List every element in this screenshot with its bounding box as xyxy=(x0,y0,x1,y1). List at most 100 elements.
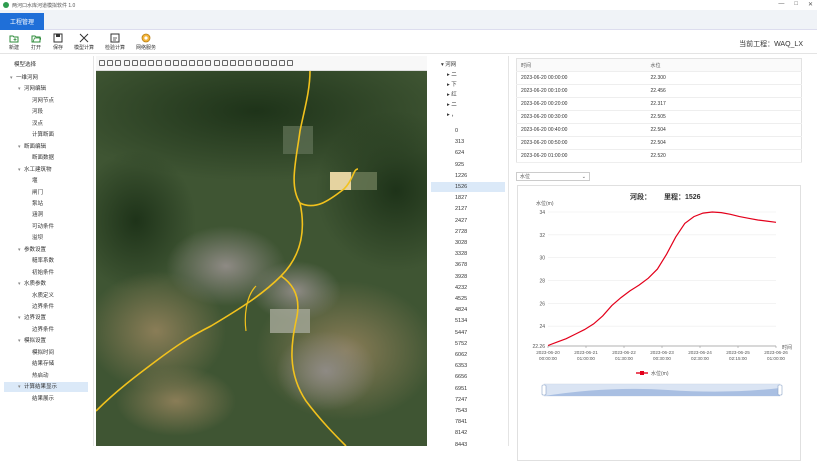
mileage-item[interactable]: 6656 xyxy=(431,372,505,382)
satellite-map[interactable] xyxy=(96,71,427,446)
mileage-item[interactable]: 1226 xyxy=(431,171,505,181)
mileage-item[interactable]: 925 xyxy=(431,160,505,170)
map-tool-icon[interactable] xyxy=(148,60,155,66)
mileage-item[interactable]: 5134 xyxy=(431,316,505,326)
sidebar-item[interactable]: ▾ 模拟设置 xyxy=(18,336,46,346)
column-header-level[interactable]: 水位 xyxy=(646,58,802,72)
mileage-item[interactable]: 3028 xyxy=(431,238,505,248)
mileage-item[interactable]: 0 xyxy=(431,126,505,136)
sidebar-item[interactable]: 结果展示 xyxy=(32,394,54,404)
mileage-item[interactable]: 2127 xyxy=(431,204,505,214)
zoom-handle-left[interactable] xyxy=(541,384,547,396)
table-row[interactable]: 2023-06-20 00:30:00 22.505 xyxy=(516,110,802,124)
map-tool-icon[interactable] xyxy=(254,60,261,66)
mileage-item[interactable]: 624 xyxy=(431,148,505,158)
mileage-item[interactable]: 7247 xyxy=(431,395,505,405)
sidebar-item[interactable]: 堰 xyxy=(32,176,38,186)
sidebar-item[interactable]: 泵站 xyxy=(32,199,43,209)
map-tool-icon[interactable] xyxy=(156,60,163,66)
check-compute-button[interactable]: 检验计算 xyxy=(104,33,126,52)
sidebar-item[interactable]: 可动条件 xyxy=(32,222,54,232)
map-tool-icon[interactable] xyxy=(189,60,196,66)
map-tool-icon[interactable] xyxy=(270,60,277,66)
mileage-item[interactable]: 6951 xyxy=(431,384,505,394)
zoom-handle-right[interactable] xyxy=(777,384,783,396)
mileage-item[interactable]: 6353 xyxy=(431,361,505,371)
table-row[interactable]: 2023-06-20 00:10:00 22.456 xyxy=(516,84,802,98)
mileage-item[interactable]: 7543 xyxy=(431,406,505,416)
maximize-button[interactable]: □ xyxy=(794,1,798,8)
tab-project[interactable]: 工程管理 xyxy=(0,13,44,30)
sidebar-item[interactable]: 模拟时间 xyxy=(32,348,54,358)
sidebar-item[interactable]: 闸门 xyxy=(32,188,43,198)
mileage-item[interactable]: 6062 xyxy=(431,350,505,360)
map-tool-icon[interactable] xyxy=(180,60,187,66)
map-tool-icon[interactable] xyxy=(197,60,204,66)
map-tool-icon[interactable] xyxy=(115,60,122,66)
sidebar-item[interactable]: ▾ 水工建筑物 xyxy=(18,165,52,175)
map-tool-icon[interactable] xyxy=(99,60,105,66)
model-compute-button[interactable]: 模型计算 xyxy=(73,33,95,52)
reach-item[interactable]: ▸ 二 xyxy=(431,100,505,110)
sidebar-item[interactable]: 糙率系数 xyxy=(32,256,54,266)
map-tool-icon[interactable] xyxy=(107,60,114,66)
map-tool-icon[interactable] xyxy=(230,60,236,66)
reach-item[interactable]: ▸ ， xyxy=(431,110,505,120)
sidebar-item[interactable]: ▾ 边界设置 xyxy=(18,313,46,323)
mileage-item[interactable]: 5752 xyxy=(431,339,505,349)
reach-item[interactable]: ▸ 二 xyxy=(431,70,505,80)
sidebar-item[interactable]: 河网节点 xyxy=(32,96,54,106)
mileage-item[interactable]: 2728 xyxy=(431,227,505,237)
mileage-item[interactable]: 3678 xyxy=(431,260,505,270)
mileage-item[interactable]: 4525 xyxy=(431,294,505,304)
sidebar-item[interactable]: ▾ 一维河网 xyxy=(10,73,38,83)
sidebar-item[interactable]: ▾ 参数设置 xyxy=(18,245,46,255)
mileage-item[interactable]: 8142 xyxy=(431,428,505,438)
column-header-time[interactable]: 时间 xyxy=(516,58,647,72)
map-tool-icon[interactable] xyxy=(213,60,220,66)
variable-select[interactable]: 水位 ⌄ xyxy=(516,172,590,181)
sidebar-item[interactable]: ▾ 河网编辑 xyxy=(18,84,46,94)
mileage-item[interactable]: 7841 xyxy=(431,417,505,427)
sidebar-item[interactable]: 边界条件 xyxy=(32,302,54,312)
sidebar-item[interactable]: 计算断面 xyxy=(32,130,54,140)
mileage-item[interactable]: 4824 xyxy=(431,305,505,315)
sidebar-item[interactable]: 河段 xyxy=(32,107,43,117)
sidebar-item[interactable]: 初始条件 xyxy=(32,268,54,278)
map-tool-icon[interactable] xyxy=(131,60,138,66)
sidebar-item[interactable]: 断面数据 xyxy=(32,153,54,163)
map-tool-icon[interactable] xyxy=(123,60,130,66)
close-button[interactable]: ✕ xyxy=(808,1,813,8)
sidebar-item[interactable]: ▾ 计算结果显示 xyxy=(4,382,88,393)
mileage-item[interactable]: 3928 xyxy=(431,272,505,282)
table-row[interactable]: 2023-06-20 00:50:00 22.504 xyxy=(516,136,802,150)
mileage-item[interactable]: 1526 xyxy=(431,182,505,192)
sidebar-item[interactable]: 热启动 xyxy=(32,371,49,381)
minimize-button[interactable]: — xyxy=(778,1,784,8)
mileage-item[interactable]: 8443 xyxy=(431,440,505,450)
mileage-item[interactable]: 313 xyxy=(431,137,505,147)
sidebar-item[interactable]: 水质定义 xyxy=(32,291,54,301)
map-tool-icon[interactable] xyxy=(221,60,228,66)
map-tool-icon[interactable] xyxy=(262,60,269,66)
table-row[interactable]: 2023-06-20 00:20:00 22.317 xyxy=(516,97,802,111)
map-tool-icon[interactable] xyxy=(164,60,171,66)
map-tool-icon[interactable] xyxy=(205,60,212,66)
open-button[interactable]: 打开 xyxy=(25,33,47,52)
reach-item[interactable]: ▸ 红 xyxy=(431,90,505,100)
new-button[interactable]: 新建 xyxy=(3,33,25,52)
sidebar-item[interactable]: ▾ 水质参数 xyxy=(18,279,46,289)
map-tool-icon[interactable] xyxy=(139,60,146,66)
mileage-root[interactable]: ▾ 河网 xyxy=(431,60,505,70)
sidebar-item[interactable]: 汊点 xyxy=(32,119,43,129)
table-row[interactable]: 2023-06-20 00:40:00 22.504 xyxy=(516,123,802,137)
network-service-button[interactable]: 网络服务 xyxy=(135,33,157,52)
mileage-item[interactable]: 3328 xyxy=(431,249,505,259)
map-tool-icon[interactable] xyxy=(287,60,294,66)
table-row[interactable]: 2023-06-20 00:00:00 22.300 xyxy=(516,71,802,85)
mileage-item[interactable]: 2427 xyxy=(431,216,505,226)
save-button[interactable]: 保存 xyxy=(47,33,69,52)
table-row[interactable]: 2023-06-20 01:00:00 22.520 xyxy=(516,149,802,163)
map-tool-icon[interactable] xyxy=(279,60,286,66)
reach-item[interactable]: ▸ 下 xyxy=(431,80,505,90)
